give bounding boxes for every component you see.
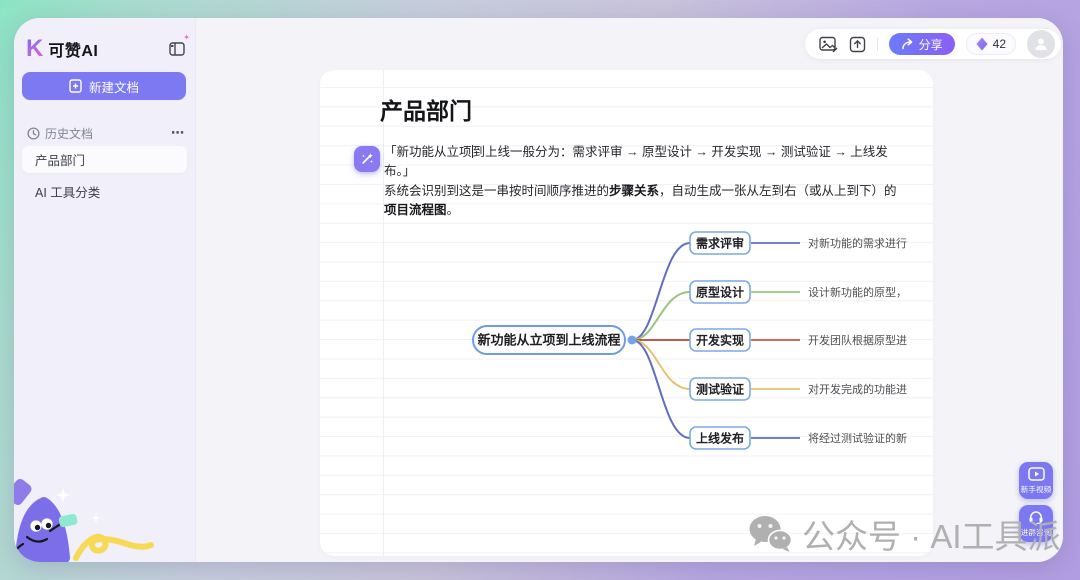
doc-item-ai-tools[interactable]: AI 工具分类 — [22, 178, 187, 205]
group-consult-label: 进群咨询 — [1021, 527, 1051, 537]
sidebar-collapse-icon[interactable] — [169, 42, 185, 56]
ai-assist-icon[interactable] — [354, 146, 380, 172]
share-button[interactable]: 分享 — [889, 33, 955, 55]
diamond-icon — [976, 37, 988, 51]
sparkle-icon — [91, 513, 101, 523]
mascot-shape — [14, 477, 33, 507]
mindmap-diagram[interactable]: 新功能从立项到上线流程 需求评审 对新功能的需求进行 原型设计 设计新功能的原型… — [455, 218, 933, 463]
doc-item-product-dept[interactable]: 产品部门 — [22, 146, 187, 173]
mascot-body — [20, 502, 65, 558]
branch-desc: 对新功能的需求进行 — [808, 236, 907, 250]
new-document-button[interactable]: 新建文档 — [22, 72, 186, 100]
new-document-icon — [69, 79, 82, 93]
branch-desc: 将经过测试验证的新 — [808, 431, 907, 445]
branch-curve — [632, 243, 690, 340]
mascot-squiggle — [76, 537, 151, 558]
branch-desc: 对开发完成的功能进 — [808, 382, 907, 396]
branch-desc: 设计新功能的原型， — [808, 285, 907, 299]
beginner-video-button[interactable]: 新手视频 — [1019, 462, 1053, 499]
branch-label: 上线发布 — [696, 431, 744, 446]
export-icon[interactable] — [849, 36, 866, 53]
new-document-label: 新建文档 — [89, 77, 139, 96]
credits-count: 42 — [993, 37, 1006, 51]
clock-icon — [27, 127, 40, 140]
branch-label: 原型设计 — [696, 285, 744, 300]
beginner-video-label: 新手视频 — [1021, 484, 1051, 494]
body-text: 系统会识别到这是一串按时间顺序推进的 — [384, 184, 609, 198]
logo: K✦ 可赞AI — [26, 36, 185, 62]
branch-curve — [632, 340, 690, 389]
quote-text: 「新功能从立项 — [384, 145, 472, 159]
app-title: 可赞AI — [48, 37, 98, 61]
document-page[interactable]: 产品部门 「新功能从立项到上线一般分为：需求评审 → 原型设计 → 开发实现 →… — [320, 70, 933, 556]
history-label: 历史文档 — [45, 125, 93, 142]
sidebar: K✦ 可赞AI 新建文档 历史文档 ⋯ 产品部门 — [14, 18, 196, 562]
page-title: 产品部门 — [380, 92, 472, 126]
sparkle-icon — [56, 488, 70, 502]
headset-icon — [1028, 510, 1044, 524]
top-toolbar: 分享 42 — [805, 29, 1061, 59]
branch-curve — [632, 340, 690, 438]
root-connector-dot[interactable] — [628, 336, 637, 345]
body-text: ，自动生成一张从左到右（或从上到下）的 — [659, 184, 897, 198]
logo-sparkle-icon: ✦ — [183, 33, 190, 42]
paragraph[interactable]: 「新功能从立项到上线一般分为：需求评审 → 原型设计 → 开发实现 → 测试验证… — [384, 143, 904, 221]
document-list: 产品部门 AI 工具分类 — [22, 146, 187, 205]
body-bold: 步骤关系 — [609, 184, 659, 198]
logo-k-icon: K — [26, 37, 43, 61]
mascot-illustration — [14, 432, 196, 562]
group-consult-button[interactable]: 进群咨询 — [1019, 505, 1053, 542]
app-window: K✦ 可赞AI 新建文档 历史文档 ⋯ 产品部门 — [14, 18, 1063, 562]
body-text: 。 — [447, 203, 460, 217]
screen: K✦ 可赞AI 新建文档 历史文档 ⋯ 产品部门 — [0, 0, 1080, 580]
user-avatar[interactable] — [1027, 30, 1055, 58]
branch-label: 开发实现 — [696, 333, 744, 348]
branch-desc: 开发团队根据原型进 — [808, 333, 907, 347]
mascot-flag — [58, 513, 78, 528]
branch-label: 需求评审 — [696, 236, 744, 251]
video-icon — [1028, 467, 1045, 481]
credits-badge[interactable]: 42 — [966, 33, 1016, 55]
more-options-icon[interactable]: ⋯ — [171, 125, 185, 141]
share-label: 分享 — [919, 36, 943, 53]
share-icon — [901, 38, 914, 50]
main-canvas: 分享 42 产品部门 「新功能从立项到上线一般分为：需求 — [196, 18, 1063, 562]
branch-curve — [632, 292, 690, 340]
branch-label: 测试验证 — [696, 382, 744, 397]
image-edit-icon[interactable] — [819, 36, 838, 53]
body-bold: 项目流程图 — [384, 203, 447, 217]
history-section-header: 历史文档 ⋯ — [27, 125, 185, 141]
toolbar-divider — [877, 38, 878, 51]
root-label: 新功能从立项到上线流程 — [477, 333, 620, 348]
